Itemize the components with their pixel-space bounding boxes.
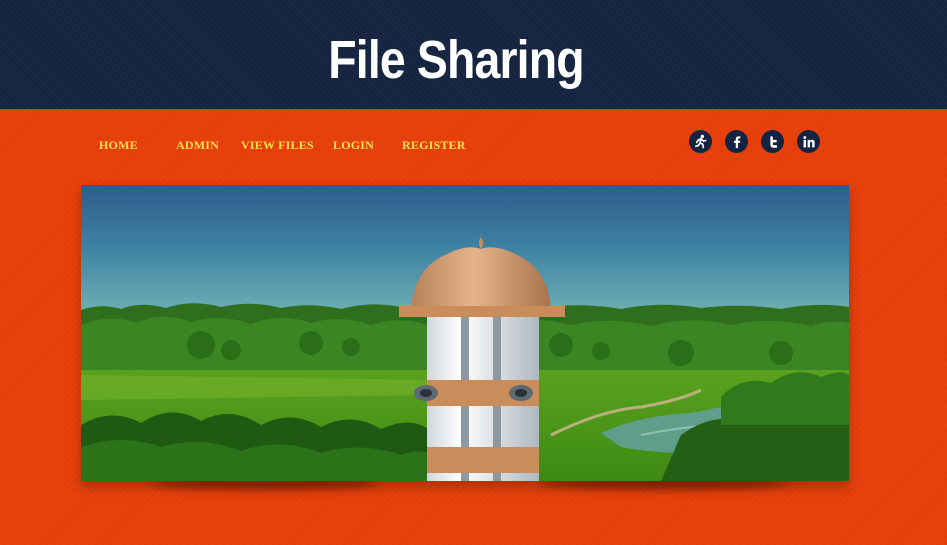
facebook-icon[interactable]: [725, 130, 748, 153]
nav-admin-link[interactable]: ADMIN: [176, 137, 219, 153]
nav-login-link[interactable]: LOGIN: [333, 137, 374, 153]
site-header: File Sharing: [0, 0, 947, 109]
linkedin-icon[interactable]: [797, 130, 820, 153]
nav-view-files-link[interactable]: VIEW FILES: [241, 137, 314, 153]
nav-home-link[interactable]: HOME: [99, 137, 138, 153]
hero-banner-image: [81, 185, 849, 481]
runner-icon[interactable]: [689, 130, 712, 153]
nav-register-link[interactable]: REGISTER: [402, 137, 466, 153]
twitter-icon[interactable]: [761, 130, 784, 153]
site-title: File Sharing: [328, 30, 584, 90]
